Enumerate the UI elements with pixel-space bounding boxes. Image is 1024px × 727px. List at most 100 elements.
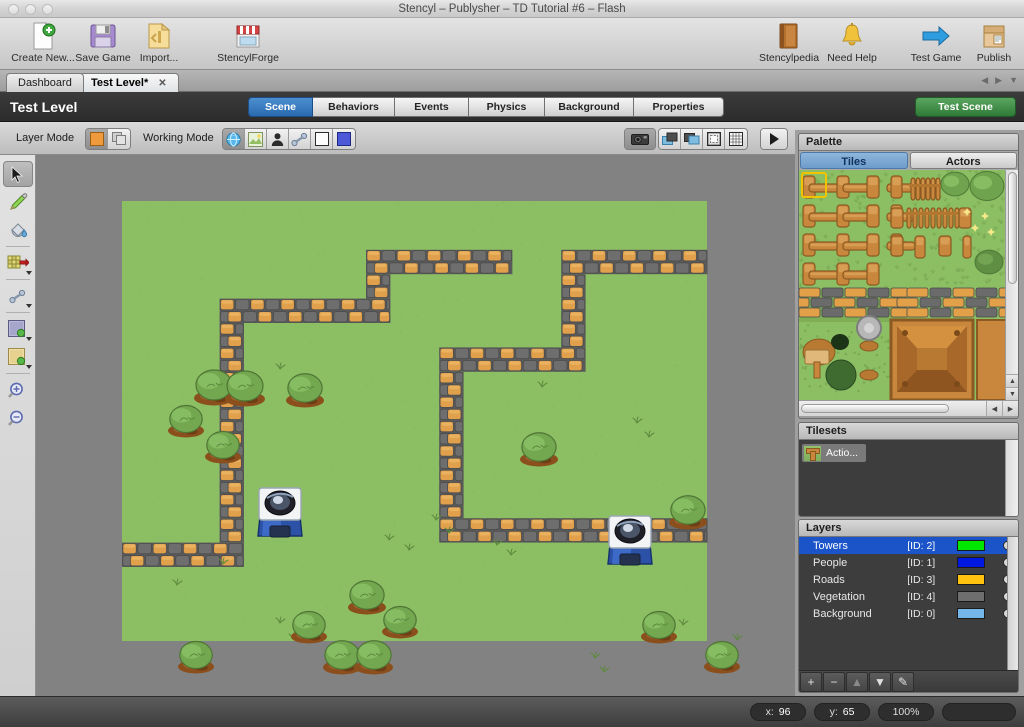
scroll-down-icon[interactable]: ▼ [1006,387,1018,400]
layer-row[interactable]: Vegetation[ID: 4] [799,588,1018,605]
test-scene-button[interactable]: Test Scene [915,97,1016,117]
chevron-down-icon[interactable] [26,365,32,369]
tab-prev-icon[interactable]: ◀ [981,75,988,86]
collapse-panel-button[interactable] [761,129,787,149]
terrain-tool[interactable] [3,344,33,370]
layer-row[interactable]: People[ID: 1] [799,554,1018,571]
layer-color-swatch[interactable] [957,591,984,602]
all-layers-mode-button[interactable] [108,129,130,149]
window-title: Stencyl – Publysher – TD Tutorial #6 – F… [0,0,1024,18]
zoom-out-tool[interactable] [3,405,33,431]
main-toolbar: Create New...Save GameImport...StencylFo… [0,18,1024,70]
region-tool[interactable] [3,316,33,342]
tab-background[interactable]: Background [545,97,634,117]
chevron-down-icon[interactable] [26,304,32,308]
palette-tab-group[interactable]: TilesActors [799,151,1018,170]
tile-palette-grid[interactable]: ▲ ▼ [799,170,1018,400]
working-mode-button-group[interactable] [222,128,356,150]
chevron-down-icon[interactable] [26,271,32,275]
single-layer-mode-button[interactable] [86,129,108,149]
show-grid-button[interactable] [725,129,747,149]
palette-tab-tiles[interactable]: Tiles [800,152,908,169]
orange-square-icon [90,132,104,146]
collapse-panel-button-group[interactable] [760,128,788,150]
tile-brush-tool[interactable] [3,250,33,276]
select-tool[interactable] [3,161,33,187]
actor-mode-button[interactable] [267,129,289,149]
tilesets-list[interactable]: Actio... [799,440,1018,516]
layer-row[interactable]: Towers[ID: 2] [799,537,1018,554]
tab-nav-controls[interactable]: ◀ ▶ ▼ [981,75,1018,86]
layer-color-swatch[interactable] [957,608,984,619]
zone-mode-button[interactable] [333,129,355,149]
scene-canvas[interactable] [37,155,795,696]
layers-scrollbar[interactable] [1007,537,1018,670]
tileset-item[interactable]: Actio... [802,444,866,462]
chevron-down-icon[interactable] [26,337,32,341]
move-layer-down-button[interactable]: ▼ [869,672,891,692]
tilesets-scrollbar[interactable] [1005,440,1018,516]
tile-mode-button[interactable] [245,129,267,149]
layer-name: Vegetation [813,591,907,603]
tab-menu-icon[interactable]: ▼ [1009,75,1018,86]
tab-scene[interactable]: Scene [248,97,313,117]
tab-next-icon[interactable]: ▶ [995,75,1002,86]
document-tab-dashboard[interactable]: Dashboard [6,73,84,92]
tab-physics[interactable]: Physics [469,97,545,117]
palette-tab-actors[interactable]: Actors [910,152,1018,169]
palette-vertical-scrollbar[interactable]: ▲ ▼ [1005,170,1018,400]
remove-layer-button[interactable]: − [823,672,845,692]
zoom-readout[interactable]: 100% [878,703,934,721]
add-layer-button[interactable]: + [800,672,822,692]
show-behind-button[interactable] [659,129,681,149]
cursor-y-label: y: [830,706,838,718]
show-bounds-button[interactable] [703,129,725,149]
layers-list[interactable]: Towers[ID: 2]People[ID: 1]Roads[ID: 3]Ve… [799,537,1018,670]
toolbar-item-import[interactable]: Import... [122,21,196,69]
layer-color-swatch[interactable] [957,540,984,551]
pencil-icon [8,193,28,212]
toolbar-item-need-help[interactable]: Need Help [815,21,889,69]
region-mode-button[interactable] [311,129,333,149]
edit-layer-button[interactable]: ✎ [892,672,914,692]
toolbar-item-label: Import... [122,52,196,64]
close-tab-icon[interactable]: ✕ [158,78,166,89]
tool-palette[interactable] [0,155,36,696]
scroll-left-icon[interactable]: ◀ [986,401,1002,416]
layers-toolbar[interactable]: +−▲▼✎ [799,670,1018,692]
pencil-tool[interactable] [3,189,33,215]
joint-tool[interactable] [3,283,33,309]
zoom-in-tool[interactable] [3,377,33,403]
document-tab-label: Test Level* [91,77,148,89]
status-chips: x:96 y:65 100% [750,703,1016,721]
tab-properties[interactable]: Properties [634,97,724,117]
palette-hscroll-buttons[interactable]: ◀ ▶ [986,401,1018,416]
layer-row[interactable]: Roads[ID: 3] [799,571,1018,588]
view-button-group[interactable] [658,128,748,150]
toolbar-item-publish[interactable]: Publish [957,21,1024,69]
terrain-mode-button[interactable] [223,129,245,149]
tab-events[interactable]: Events [395,97,469,117]
scene-canvas-viewport[interactable] [37,155,795,696]
move-layer-up-button[interactable]: ▲ [846,672,868,692]
tile-palette-image[interactable] [799,170,1007,400]
fill-tool[interactable] [3,217,33,243]
document-tab-testlevel[interactable]: Test Level* ✕ [79,73,179,92]
scroll-right-icon[interactable]: ▶ [1002,401,1018,416]
layer-color-swatch[interactable] [957,574,984,585]
layer-mode-button-group[interactable] [85,128,131,150]
snapshot-button[interactable] [625,129,655,149]
toolbar-item-stencylforge[interactable]: StencylForge [211,21,285,69]
palette-hscroll-thumb[interactable] [801,404,949,413]
joint-mode-button[interactable] [289,129,311,149]
layer-row[interactable]: Background[ID: 0] [799,605,1018,622]
snapshot-button-group[interactable] [624,128,656,150]
palette-horizontal-scrollbar[interactable]: ◀ ▶ [799,400,1018,416]
scene-tab-group[interactable]: SceneBehaviorsEventsPhysicsBackgroundPro… [248,97,724,117]
palette-vscroll-thumb[interactable] [1008,172,1017,284]
tab-behaviors[interactable]: Behaviors [313,97,395,117]
show-front-button[interactable] [681,129,703,149]
palette-vscroll-buttons[interactable]: ▲ ▼ [1006,374,1018,400]
layer-color-swatch[interactable] [957,557,984,568]
scroll-up-icon[interactable]: ▲ [1006,374,1018,387]
